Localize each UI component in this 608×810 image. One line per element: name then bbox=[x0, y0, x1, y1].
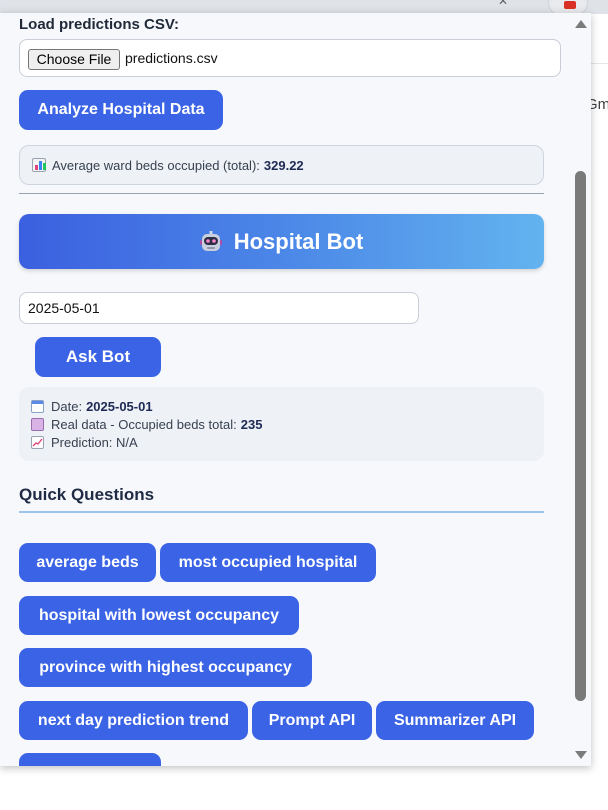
average-label: Average ward beds occupied (total): bbox=[52, 157, 260, 173]
average-value: 329.22 bbox=[263, 157, 304, 173]
scroll-up-arrow-icon[interactable] bbox=[575, 20, 587, 28]
trend-chart-icon bbox=[31, 436, 44, 449]
quick-question-button[interactable]: Prompt API bbox=[252, 701, 372, 740]
background-page bbox=[590, 63, 608, 810]
info-prediction: Prediction: N/A bbox=[51, 435, 138, 450]
extension-popup: Load predictions CSV: Choose File predic… bbox=[0, 13, 591, 766]
divider bbox=[19, 193, 544, 194]
info-real-row: Real data - Occupied beds total: 235 bbox=[31, 417, 262, 432]
average-summary: Average ward beds occupied (total): 329.… bbox=[19, 145, 544, 185]
quick-question-button[interactable]: average beds bbox=[19, 543, 156, 582]
info-prediction-row: Prediction: N/A bbox=[31, 435, 138, 450]
quick-question-button[interactable]: province with highest occupancy bbox=[19, 648, 312, 687]
info-real-label: Real data - Occupied beds total: bbox=[51, 417, 237, 432]
info-date-label: Date: bbox=[51, 399, 83, 414]
bar-chart-icon bbox=[32, 158, 46, 172]
bot-title: Hospital Bot bbox=[233, 228, 364, 254]
quick-question-button[interactable]: next day prediction trend bbox=[19, 701, 248, 740]
info-real-value: 235 bbox=[240, 417, 263, 432]
info-date-row: Date: 2025-05-01 bbox=[31, 399, 153, 414]
popup-content: Load predictions CSV: Choose File predic… bbox=[0, 13, 570, 766]
bot-response: Date: 2025-05-01 Real data - Occupied be… bbox=[19, 387, 544, 461]
analyze-button[interactable]: Analyze Hospital Data bbox=[19, 90, 223, 130]
clipboard-icon bbox=[31, 418, 44, 431]
choose-file-button[interactable]: Choose File bbox=[28, 49, 120, 70]
scroll-down-arrow-icon[interactable] bbox=[575, 751, 587, 759]
quick-question-button-partial[interactable] bbox=[19, 753, 161, 766]
robot-icon bbox=[199, 230, 222, 253]
date-input[interactable]: 2025-05-01 bbox=[19, 292, 419, 324]
info-date-value: 2025-05-01 bbox=[86, 399, 153, 414]
bot-banner: Hospital Bot bbox=[19, 214, 544, 269]
file-name: predictions.csv bbox=[125, 50, 218, 66]
scrollbar[interactable] bbox=[570, 13, 591, 766]
ask-bot-button[interactable]: Ask Bot bbox=[35, 337, 161, 377]
browser-toolbar: ✕ bbox=[0, 0, 608, 18]
quick-questions-divider bbox=[19, 511, 544, 513]
close-icon[interactable]: ✕ bbox=[498, 0, 508, 8]
file-input[interactable]: Choose File predictions.csv bbox=[19, 39, 561, 77]
quick-question-button[interactable]: hospital with lowest occupancy bbox=[19, 596, 299, 635]
quick-question-button[interactable]: Summarizer API bbox=[376, 701, 534, 740]
scroll-thumb[interactable] bbox=[575, 171, 586, 701]
quick-question-button[interactable]: most occupied hospital bbox=[160, 543, 376, 582]
quick-questions-title: Quick Questions bbox=[19, 485, 155, 504]
load-csv-label: Load predictions CSV: bbox=[19, 16, 180, 33]
calendar-icon bbox=[31, 400, 44, 413]
